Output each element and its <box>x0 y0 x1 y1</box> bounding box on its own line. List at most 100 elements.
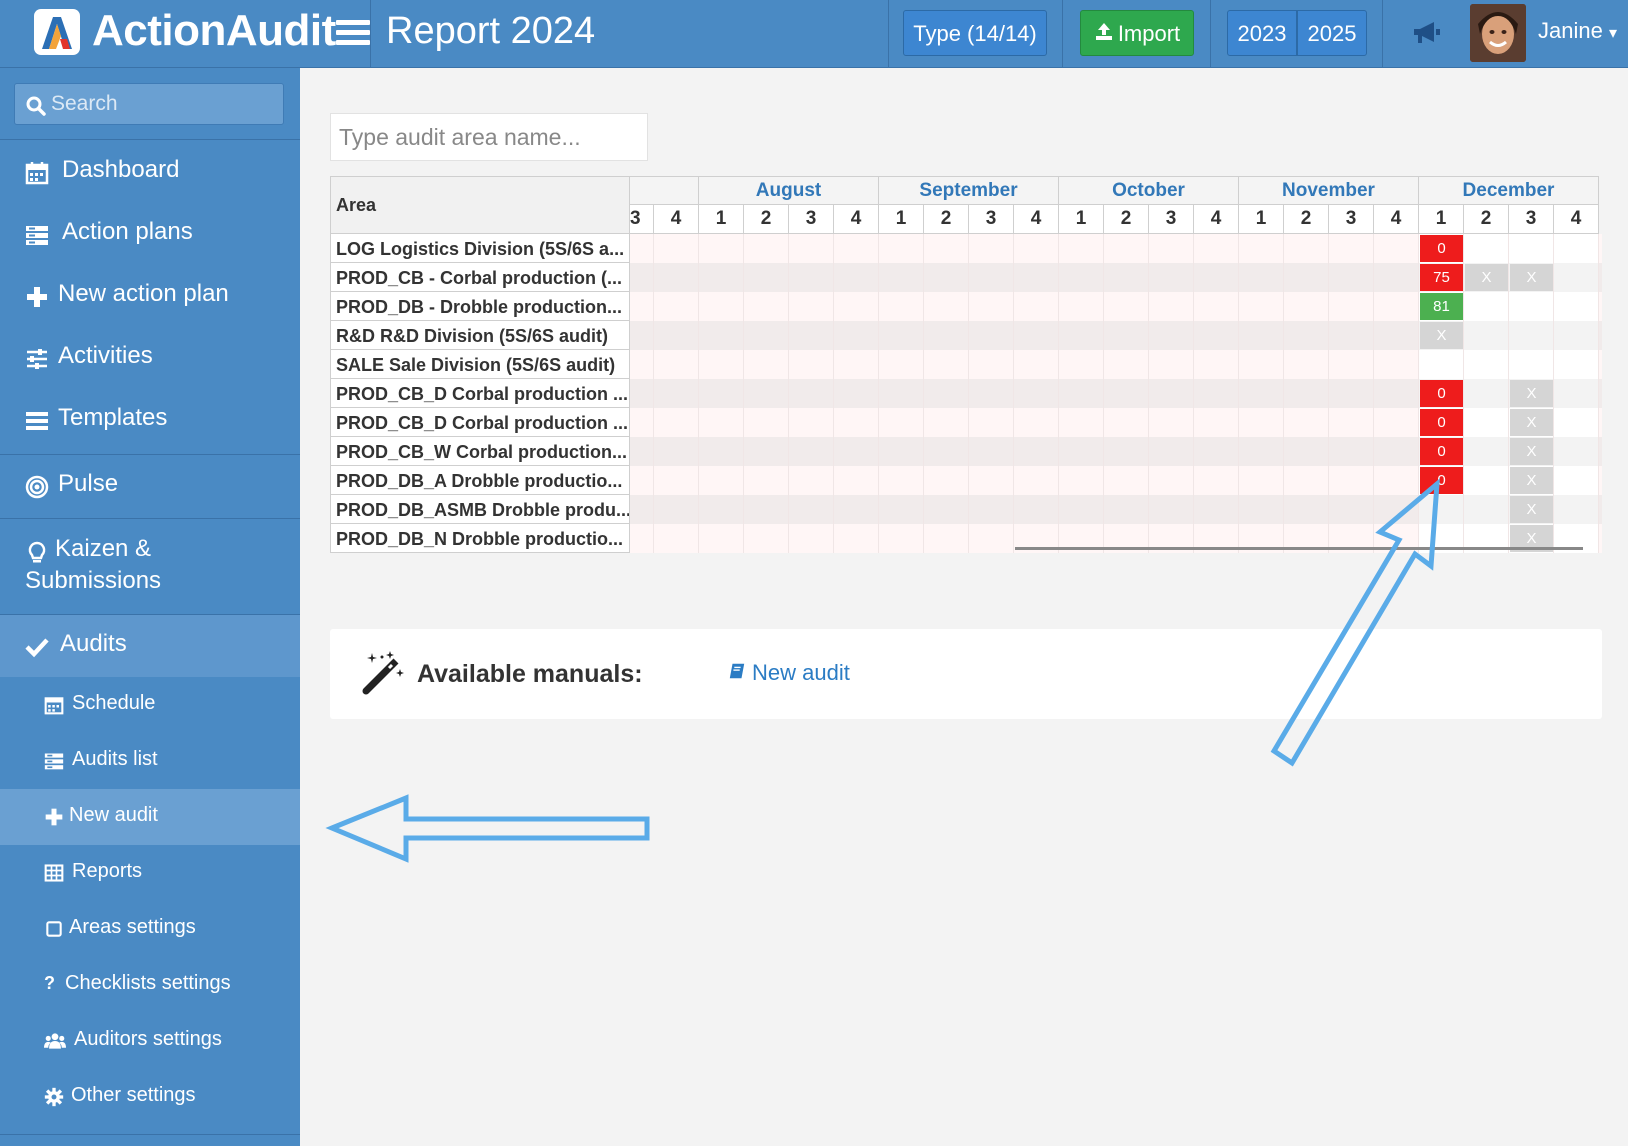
sidebar-item-activities[interactable]: Activities <box>0 327 300 389</box>
schedule-cell[interactable] <box>834 350 879 379</box>
schedule-cell[interactable] <box>924 524 969 553</box>
area-row-label[interactable]: PROD_CB_W Corbal production... <box>330 437 630 466</box>
schedule-cell[interactable] <box>1374 263 1419 292</box>
sidebar-subitem-areas-settings[interactable]: Areas settings <box>0 901 300 957</box>
schedule-cell[interactable] <box>1194 292 1239 321</box>
schedule-cell[interactable] <box>1239 379 1284 408</box>
schedule-cell[interactable] <box>924 466 969 495</box>
schedule-cell[interactable] <box>1104 466 1149 495</box>
schedule-cell[interactable] <box>879 466 924 495</box>
schedule-cell[interactable] <box>1374 379 1419 408</box>
schedule-cell[interactable] <box>654 234 699 263</box>
schedule-cell[interactable] <box>1059 350 1104 379</box>
schedule-cell[interactable] <box>1554 379 1599 408</box>
schedule-cell[interactable] <box>1419 495 1464 524</box>
import-button[interactable]: Import <box>1080 10 1194 56</box>
schedule-cell[interactable] <box>789 408 834 437</box>
schedule-cell[interactable] <box>879 408 924 437</box>
schedule-cell[interactable] <box>1329 379 1374 408</box>
schedule-cell[interactable] <box>1194 466 1239 495</box>
schedule-cell[interactable] <box>654 466 699 495</box>
schedule-cell[interactable] <box>1014 379 1059 408</box>
app-logo-icon[interactable] <box>34 9 80 55</box>
user-menu[interactable]: Janine ▾ <box>1538 18 1617 44</box>
new-audit-link[interactable]: New audit <box>728 660 850 686</box>
schedule-cell[interactable] <box>1239 292 1284 321</box>
schedule-cell[interactable] <box>1509 321 1554 350</box>
schedule-cell[interactable] <box>744 524 789 553</box>
avatar[interactable] <box>1470 4 1526 62</box>
audit-status-cell[interactable]: X <box>1510 467 1553 494</box>
schedule-cell[interactable] <box>1329 321 1374 350</box>
schedule-cell[interactable] <box>834 495 879 524</box>
schedule-cell[interactable] <box>879 263 924 292</box>
schedule-cell[interactable] <box>834 437 879 466</box>
audit-status-cell[interactable]: 0 <box>1420 380 1463 407</box>
schedule-cell[interactable] <box>1284 234 1329 263</box>
schedule-cell[interactable] <box>1194 408 1239 437</box>
schedule-cell[interactable] <box>1014 321 1059 350</box>
schedule-cell[interactable] <box>789 524 834 553</box>
schedule-cell[interactable] <box>1284 408 1329 437</box>
schedule-cell[interactable] <box>699 350 744 379</box>
schedule-cell[interactable] <box>1059 234 1104 263</box>
schedule-cell[interactable] <box>654 524 699 553</box>
schedule-cell[interactable] <box>1284 263 1329 292</box>
schedule-cell[interactable] <box>699 292 744 321</box>
schedule-cell[interactable] <box>699 379 744 408</box>
schedule-cell[interactable] <box>744 263 789 292</box>
schedule-cell[interactable] <box>1149 466 1194 495</box>
schedule-cell[interactable] <box>744 379 789 408</box>
schedule-cell[interactable] <box>1239 495 1284 524</box>
schedule-cell[interactable] <box>1329 437 1374 466</box>
schedule-cell[interactable] <box>654 495 699 524</box>
schedule-cell[interactable] <box>1239 234 1284 263</box>
search-input[interactable] <box>51 84 279 124</box>
schedule-cell[interactable] <box>1374 408 1419 437</box>
sidebar-item-audits[interactable]: Audits <box>0 615 300 677</box>
audit-status-cell[interactable]: X <box>1510 496 1553 523</box>
schedule-cell[interactable] <box>1329 292 1374 321</box>
schedule-cell[interactable] <box>1464 437 1509 466</box>
schedule-cell[interactable] <box>969 321 1014 350</box>
schedule-cell[interactable] <box>1194 234 1239 263</box>
schedule-cell[interactable] <box>699 234 744 263</box>
schedule-cell[interactable] <box>879 321 924 350</box>
sidebar-subitem-schedule[interactable]: Schedule <box>0 677 300 733</box>
schedule-cell[interactable] <box>1554 263 1599 292</box>
schedule-cell[interactable] <box>1149 263 1194 292</box>
schedule-cell[interactable] <box>1149 379 1194 408</box>
schedule-cell[interactable] <box>744 234 789 263</box>
audit-status-cell[interactable]: 0 <box>1420 438 1463 465</box>
schedule-cell[interactable] <box>1194 437 1239 466</box>
schedule-cell[interactable] <box>1014 466 1059 495</box>
schedule-cell[interactable] <box>1059 321 1104 350</box>
schedule-cell[interactable] <box>699 524 744 553</box>
schedule-cell[interactable] <box>924 437 969 466</box>
schedule-cell[interactable] <box>834 321 879 350</box>
audit-status-cell[interactable]: 0 <box>1420 467 1463 494</box>
schedule-cell[interactable] <box>1284 437 1329 466</box>
schedule-cell[interactable] <box>630 379 654 408</box>
schedule-cell[interactable] <box>1059 466 1104 495</box>
schedule-cell[interactable] <box>699 321 744 350</box>
schedule-cell[interactable] <box>1104 350 1149 379</box>
sidebar-item-templates[interactable]: Templates <box>0 389 300 452</box>
schedule-cell[interactable] <box>654 292 699 321</box>
schedule-cell[interactable] <box>789 321 834 350</box>
schedule-cell[interactable] <box>630 466 654 495</box>
schedule-cell[interactable] <box>924 495 969 524</box>
schedule-cell[interactable] <box>879 437 924 466</box>
schedule-cell[interactable] <box>1554 495 1599 524</box>
schedule-cell[interactable] <box>699 263 744 292</box>
year-2023-button[interactable]: 2023 <box>1227 10 1297 56</box>
schedule-cell[interactable] <box>1374 321 1419 350</box>
schedule-cell[interactable] <box>1104 379 1149 408</box>
schedule-cell[interactable] <box>1464 495 1509 524</box>
schedule-cell[interactable] <box>699 437 744 466</box>
sidebar-subitem-audits-list[interactable]: Audits list <box>0 733 300 789</box>
audit-status-cell[interactable]: 75 <box>1420 264 1463 291</box>
sidebar-item-action-plans[interactable]: Action plans <box>0 203 300 265</box>
sidebar-subitem-new-audit[interactable]: New audit <box>0 789 300 845</box>
schedule-cell[interactable] <box>969 495 1014 524</box>
